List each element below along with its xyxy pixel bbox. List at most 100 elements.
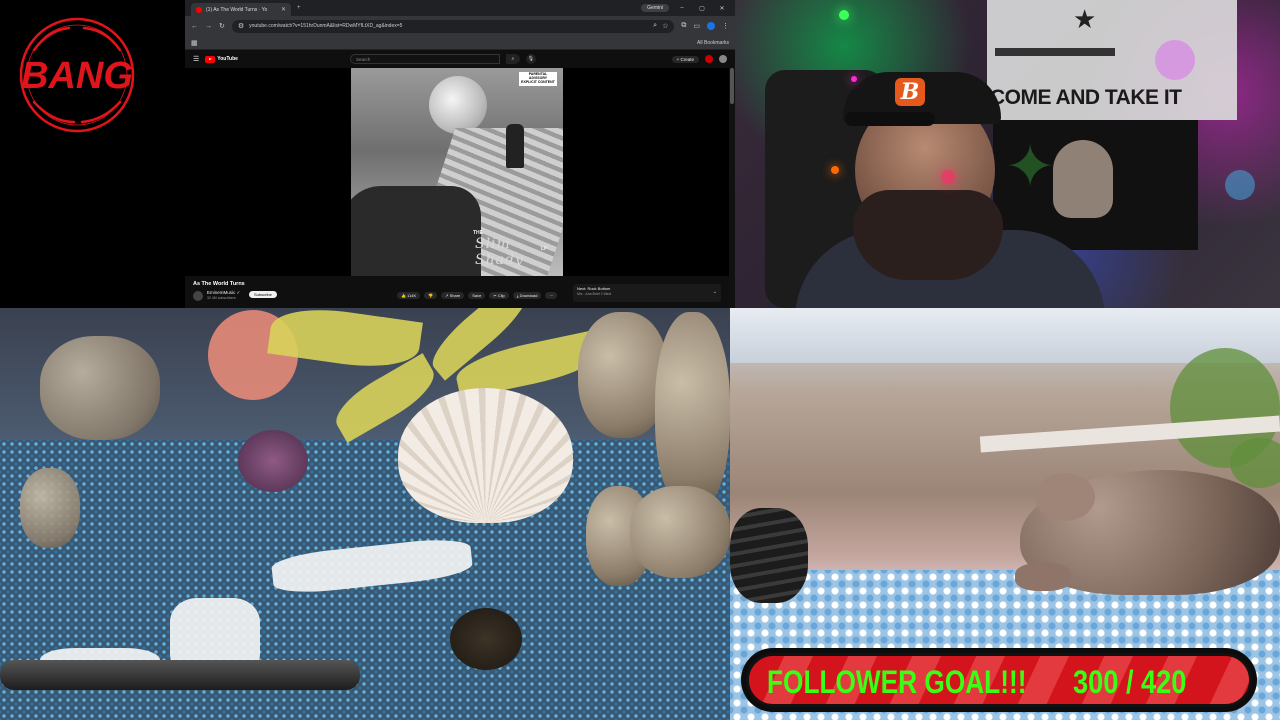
site-info-icon[interactable]: ⚙ (238, 22, 244, 30)
bookmark-star-icon[interactable]: ☆ (662, 22, 668, 30)
snapping-turtle-head (1035, 473, 1095, 521)
moon (429, 76, 487, 134)
snapping-turtle-leg (1015, 563, 1071, 591)
notifications-bell-icon[interactable] (705, 55, 713, 63)
bang-logo-graphic: BANG (19, 17, 135, 133)
up-next-card[interactable]: Next: Rock Bottom Mix - Ana Brief 2 Mind… (573, 284, 721, 302)
subscribe-button[interactable]: Subscribe (249, 291, 277, 298)
car (351, 186, 481, 276)
youtube-header: ☰ YouTube Search ⌕ 🎙 + Create (185, 50, 735, 68)
logo-text: BANG (21, 55, 133, 97)
follower-goal-widget: FOLLOWER GOAL!!! 300 / 420 (741, 648, 1257, 712)
reload-icon[interactable]: ↻ (219, 22, 225, 30)
tab-close-icon[interactable]: ✕ (281, 6, 286, 13)
cap-logo: B (895, 78, 925, 106)
microphone-icon[interactable]: 🎙 (525, 54, 536, 64)
follower-goal-bar: FOLLOWER GOAL!!! 300 / 420 (746, 653, 1252, 707)
browser-menu-icon[interactable]: ⋮ (722, 22, 729, 30)
more-actions-button[interactable]: ⋯ (545, 292, 558, 299)
save-button[interactable]: Save (468, 292, 486, 299)
url-text: youtube.com/watch?v=151hrDunmA&list=RDwM… (249, 23, 403, 29)
browser-window: (1) As The World Turns · Yo ✕ + Gemini –… (185, 0, 735, 308)
string-light (839, 10, 849, 20)
clip-button[interactable]: ✂ Clip (489, 292, 509, 299)
tab-youtube[interactable]: (1) As The World Turns · Yo ✕ (191, 3, 291, 16)
logo-panel: BANG (0, 0, 185, 308)
extensions-icon[interactable]: ⧉ (681, 22, 686, 30)
skull-graphic (1053, 140, 1113, 218)
tab-title: (1) As The World Turns · Yo (206, 6, 268, 13)
like-button[interactable]: 👍 114K (397, 292, 421, 299)
rock (20, 468, 80, 548)
youtube-search-input[interactable]: Search (349, 54, 500, 64)
all-bookmarks-link[interactable]: All Bookmarks (697, 40, 729, 46)
string-light (831, 166, 839, 174)
aquarium-heater (0, 660, 360, 690)
profile-avatar[interactable] (707, 22, 715, 30)
youtube-logo-text: YouTube (217, 56, 238, 62)
sidebar-icon[interactable]: ▭ (693, 22, 700, 30)
leaf-icon: ✦ (1005, 133, 1056, 200)
share-button[interactable]: ↗ Share (441, 292, 465, 299)
album-title: Slim Shady (475, 236, 524, 268)
disco-light (1225, 170, 1255, 200)
gemini-button[interactable]: Gemini (641, 4, 669, 12)
channel-subscribers: 32.4M subscribers (207, 296, 236, 300)
standing-figure (506, 124, 524, 168)
address-bar[interactable]: ⚙ youtube.com/watch?v=151hrDunmA&list=RD… (231, 19, 675, 33)
maximize-icon[interactable]: ▢ (695, 5, 709, 12)
chevron-down-icon[interactable]: ⌄ (713, 289, 717, 295)
video-player[interactable]: PARENTAL ADVISORY EXPLICIT CONTENT THE S… (185, 68, 729, 276)
youtube-play-icon (205, 55, 216, 63)
album-lp-text: LP (541, 246, 548, 252)
youtube-favicon-icon (196, 6, 202, 13)
up-next-subtitle: Mix - Ana Brief 2 Mind (577, 292, 612, 296)
browser-toolbar: ← → ↻ ⚙ youtube.com/watch?v=151hrDunmA&l… (185, 16, 735, 36)
follower-goal-count: 300 / 420 (1073, 664, 1187, 700)
dislike-button[interactable]: 👎 (424, 292, 438, 299)
youtube-logo[interactable]: YouTube (205, 55, 238, 63)
new-tab-icon[interactable]: + (297, 5, 301, 11)
youtube-avatar[interactable] (719, 55, 727, 63)
rifle-graphic (995, 48, 1115, 56)
download-button[interactable]: ⤓ Download (512, 292, 542, 299)
bookmarks-bar: ▦ All Bookmarks (185, 36, 735, 50)
rock (655, 312, 730, 512)
aquatic-plant (1230, 438, 1280, 488)
string-light (941, 170, 955, 184)
forward-icon[interactable]: → (205, 23, 212, 30)
disco-light (1155, 40, 1195, 80)
scallop-shell (398, 388, 573, 523)
create-button[interactable]: + Create (671, 55, 699, 63)
parental-advisory-label: PARENTAL ADVISORY EXPLICIT CONTENT (519, 72, 557, 86)
album-cover: PARENTAL ADVISORY EXPLICIT CONTENT THE S… (351, 68, 563, 276)
webcam-feed: ★ COME AND TAKE IT ✦ B (735, 0, 1280, 308)
video-info: As The World Turns EminemMusic ✓ 32.4M s… (185, 278, 729, 308)
minimize-icon[interactable]: – (675, 5, 689, 11)
video-actions: 👍 114K 👎 ↗ Share Save ✂ Clip ⤓ Download … (397, 292, 558, 299)
cap-brim (845, 112, 935, 126)
search-icon[interactable]: ⌕ (505, 54, 520, 64)
scrollbar-thumb[interactable] (730, 68, 734, 104)
video-title: As The World Turns (193, 281, 245, 287)
channel-avatar[interactable] (193, 291, 203, 301)
rock (630, 486, 730, 578)
apps-icon[interactable]: ▦ (191, 39, 198, 47)
tab-bar: (1) As The World Turns · Yo ✕ + Gemini –… (185, 0, 735, 16)
person-beard (853, 190, 1003, 280)
back-icon[interactable]: ← (191, 23, 198, 30)
bang-logo: BANG (14, 16, 140, 134)
follower-goal-label: FOLLOWER GOAL!!! (767, 664, 1027, 700)
zoom-icon[interactable]: ⌕ (653, 22, 657, 30)
string-light (851, 76, 857, 82)
flag-text: COME AND TAKE IT (990, 86, 1182, 109)
hamburger-menu-icon[interactable]: ☰ (193, 55, 199, 63)
search-placeholder: Search (355, 56, 371, 62)
aquarium-left (0, 308, 730, 720)
up-next-title: Next: Rock Bottom (577, 286, 611, 291)
flag-star-icon: ★ (1073, 4, 1097, 34)
coral-ornament (238, 430, 308, 492)
close-window-icon[interactable]: ✕ (715, 5, 729, 12)
driftwood-log (730, 508, 808, 603)
rock (40, 336, 160, 440)
